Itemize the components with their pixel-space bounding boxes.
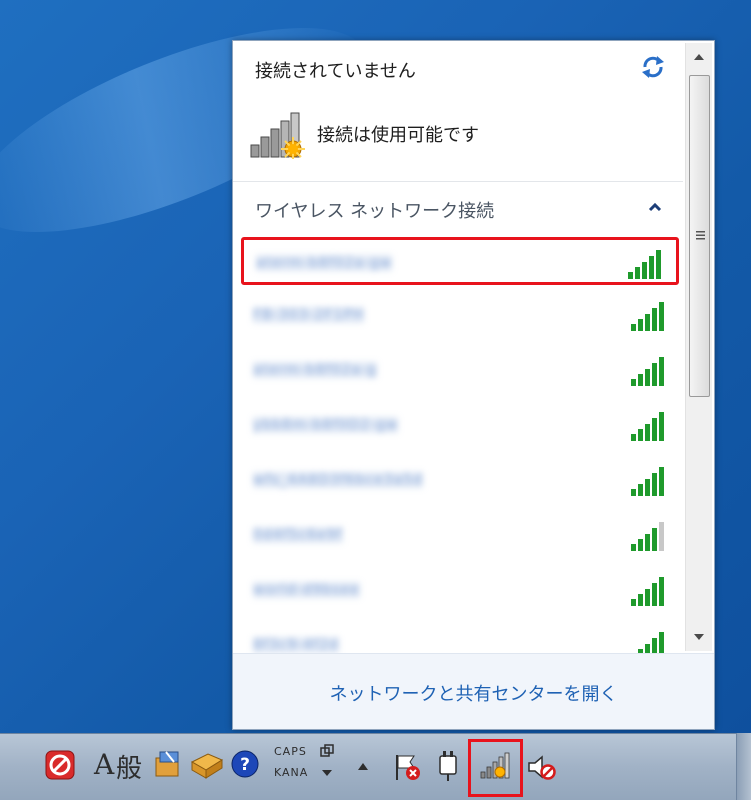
speaker-muted-icon[interactable] <box>526 752 556 782</box>
flyout-footer: ネットワークと共有センターを開く <box>233 653 714 729</box>
caps-indicator: CAPS <box>274 745 307 758</box>
power-plug-icon[interactable] <box>434 750 462 782</box>
kana-indicator: KANA <box>274 766 309 779</box>
chevron-down-icon[interactable] <box>320 768 334 778</box>
network-name: aterm-b8f02a-g <box>253 362 377 378</box>
svg-text:?: ? <box>240 755 250 775</box>
signal-strength-icon <box>631 302 664 331</box>
signal-strength-icon <box>628 250 661 279</box>
tray-icon-highlight-box <box>468 739 523 797</box>
app-icon-red[interactable] <box>44 749 76 781</box>
network-item[interactable]: 8f3c9-4f2d <box>241 622 679 653</box>
network-item[interactable]: world-d9bsee <box>241 567 679 615</box>
connection-available-text: 接続は使用可能です <box>317 125 479 146</box>
taskbar: A 般 ? CAPS KANA <box>0 733 751 800</box>
network-name: wfs_4A8D3f6bce3a5d <box>253 472 424 488</box>
network-item[interactable]: ybb8m-b8f0D2-gw <box>241 402 679 450</box>
network-name: 8f3c9-4f2d <box>253 637 340 653</box>
scroll-up-arrow-icon[interactable] <box>689 47 709 67</box>
ime-tool-icon[interactable] <box>152 748 184 780</box>
grip-icon <box>696 231 705 240</box>
show-desktop-button[interactable] <box>736 733 751 800</box>
network-flyout: 接続されていません 接続は使用可能です ワイヤレス ネットワーク接続 aterm… <box>232 40 715 730</box>
open-network-sharing-center-link[interactable]: ネットワークと共有センターを開く <box>233 680 714 706</box>
network-name: world-d9bsee <box>253 582 360 598</box>
ime-mode-indicator[interactable]: A <box>94 748 114 781</box>
chevron-up-icon[interactable] <box>647 199 663 215</box>
signal-strength-icon <box>631 412 664 441</box>
available-connections-row: 接続は使用可能です <box>249 111 669 159</box>
network-name: FB-303-2F1PH <box>253 307 365 323</box>
help-icon[interactable]: ? <box>230 749 260 779</box>
network-item[interactable]: 0d4f5c6e9f <box>241 512 679 560</box>
network-name: ybb8m-b8f0D2-gw <box>253 417 399 433</box>
ime-input-mode[interactable]: 般 <box>116 748 142 785</box>
network-item[interactable]: aterm-b8f02a-gw <box>241 237 679 285</box>
network-item[interactable]: FB-303-2F1PH <box>241 292 679 340</box>
restore-icon[interactable] <box>320 744 334 758</box>
vertical-scrollbar[interactable] <box>685 43 712 651</box>
show-hidden-icons-icon[interactable] <box>356 760 370 772</box>
network-name: aterm-b8f02a-gw <box>256 255 393 271</box>
signal-strength-icon <box>631 467 664 496</box>
flyout-scroll-area: 接続されていません 接続は使用可能です ワイヤレス ネットワーク接続 aterm… <box>233 41 683 653</box>
network-available-icon <box>250 112 305 159</box>
network-item[interactable]: aterm-b8f02a-g <box>241 347 679 395</box>
signal-strength-icon <box>631 522 664 551</box>
signal-strength-icon <box>631 577 664 606</box>
signal-strength-icon <box>631 357 664 386</box>
network-name: 0d4f5c6e9f <box>253 527 343 543</box>
wireless-section-header[interactable]: ワイヤレス ネットワーク接続 <box>255 197 494 223</box>
signal-strength-icon <box>638 632 664 653</box>
network-item[interactable]: wfs_4A8D3f6bce3a5d <box>241 457 679 505</box>
action-center-flag-icon[interactable] <box>392 752 422 782</box>
scroll-down-arrow-icon[interactable] <box>689 627 709 647</box>
refresh-icon[interactable] <box>639 55 667 79</box>
section-divider <box>233 181 683 182</box>
scrollbar-thumb[interactable] <box>689 75 710 397</box>
ime-pad-icon[interactable] <box>190 748 224 780</box>
connection-status-title: 接続されていません <box>255 61 416 82</box>
